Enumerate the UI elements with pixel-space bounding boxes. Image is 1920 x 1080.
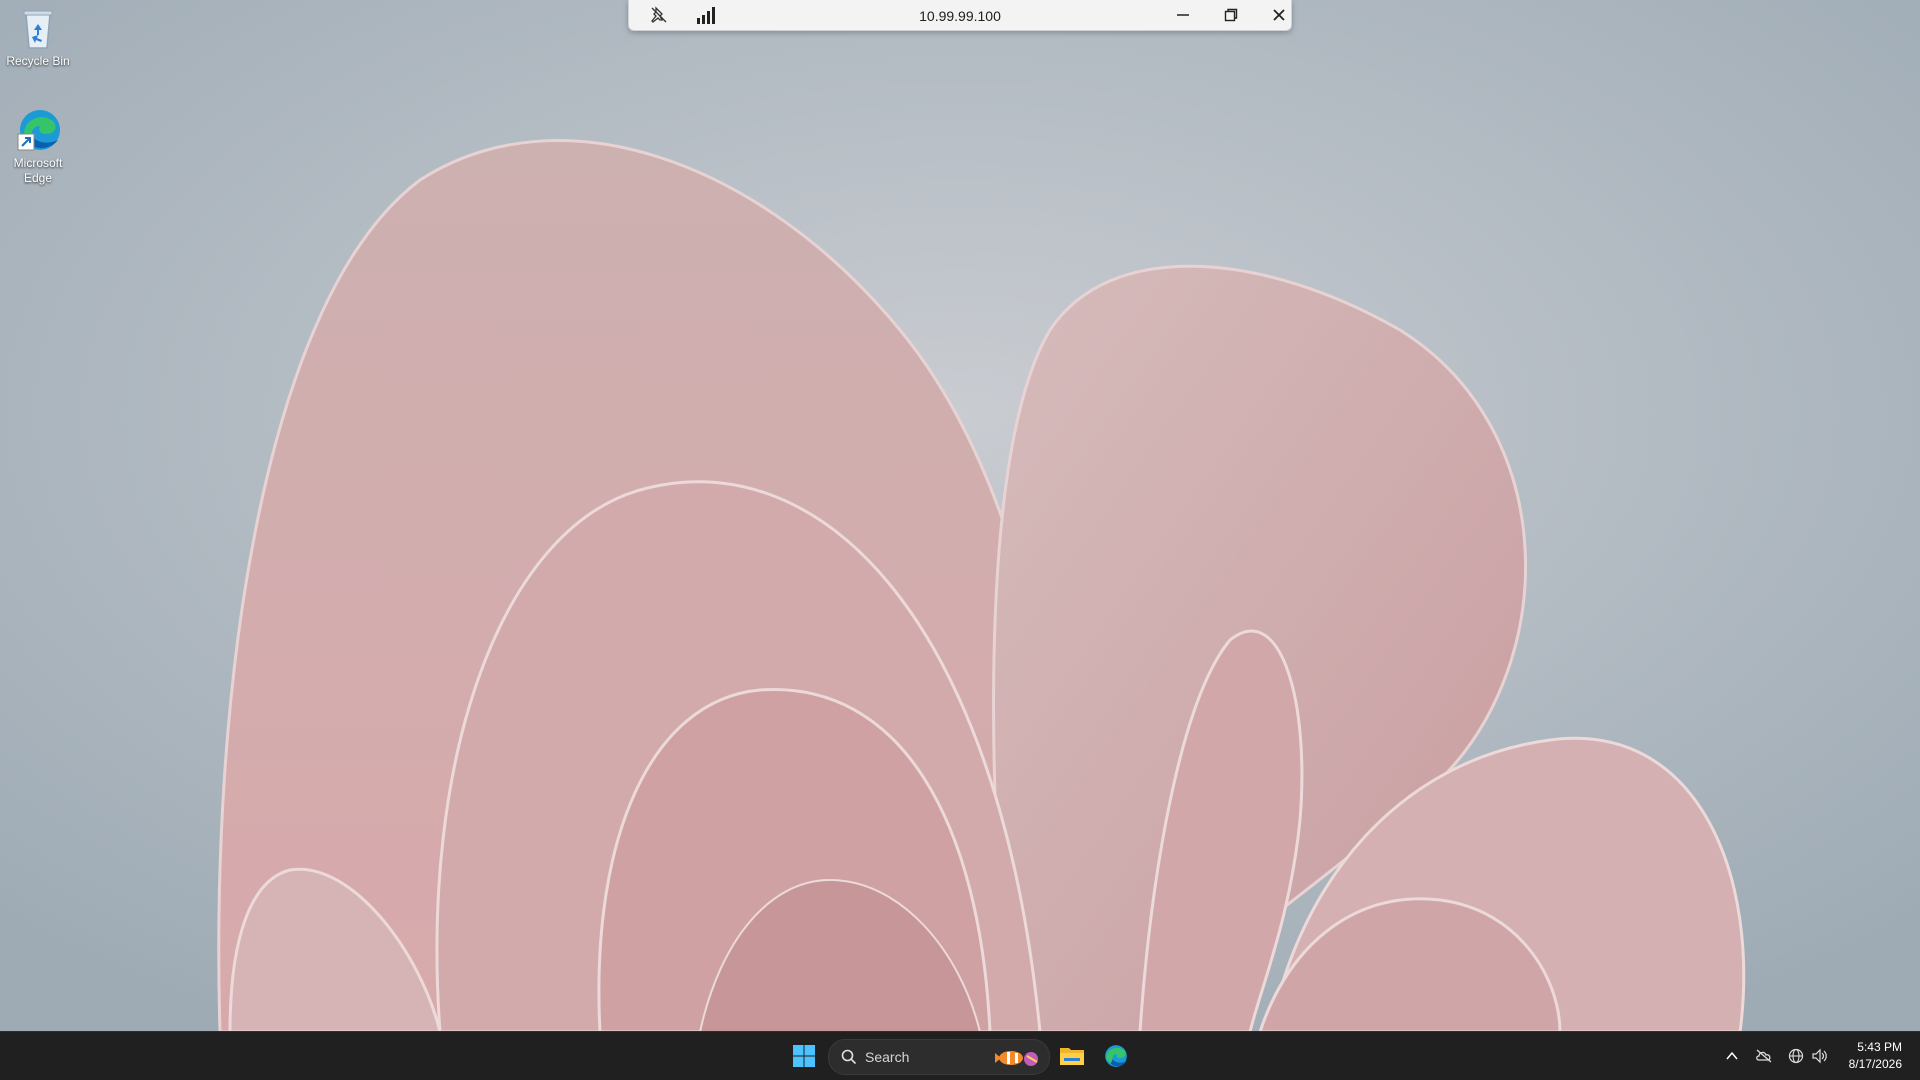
speaker-icon (1812, 1048, 1827, 1064)
clock-time: 5:43 PM (1857, 1040, 1902, 1054)
minimize-button[interactable] (1163, 0, 1203, 30)
close-icon (1273, 9, 1285, 21)
taskbar-clock[interactable]: 5:43 PM 8/17/2026 (1849, 1039, 1902, 1073)
tray-overflow-button[interactable] (1722, 1046, 1742, 1066)
minimize-icon (1177, 14, 1189, 16)
cloud-offline-icon (1756, 1049, 1772, 1063)
desktop-icon-recycle-bin[interactable]: Recycle Bin (0, 4, 76, 69)
taskbar-edge[interactable] (1096, 1038, 1136, 1074)
chevron-up-icon (1726, 1051, 1738, 1060)
taskbar-file-explorer[interactable] (1052, 1038, 1092, 1074)
remote-desktop-connection-bar: 10.99.99.100 (628, 0, 1292, 31)
close-button[interactable] (1259, 0, 1299, 30)
desktop-wallpaper (0, 0, 1920, 1032)
search-icon (841, 1049, 857, 1065)
desktop-icon-microsoft-edge[interactable]: Microsoft Edge (0, 106, 76, 186)
globe-icon (1788, 1048, 1804, 1064)
tray-network[interactable] (1786, 1046, 1806, 1066)
search-placeholder: Search (865, 1049, 910, 1065)
edge-icon (1105, 1045, 1127, 1067)
recycle-bin-icon (23, 10, 53, 49)
file-explorer-icon (1060, 1048, 1084, 1065)
restore-button[interactable] (1211, 0, 1251, 30)
clock-date: 8/17/2026 (1848, 1057, 1902, 1071)
start-button[interactable] (784, 1038, 824, 1074)
taskbar-search-box[interactable]: Search (828, 1039, 1050, 1075)
edge-icon (17, 110, 60, 151)
windows-start-icon (793, 1045, 815, 1067)
search-highlight-icon (995, 1051, 1038, 1066)
tray-volume[interactable] (1810, 1046, 1830, 1066)
desktop-icon-label: Recycle Bin (6, 54, 70, 68)
taskbar: Search 5:43 PM 8/17/2026 (0, 1031, 1920, 1080)
desktop-icon-label: Microsoft Edge (13, 156, 63, 185)
restore-icon (1224, 8, 1238, 22)
tray-onedrive[interactable] (1754, 1046, 1774, 1066)
